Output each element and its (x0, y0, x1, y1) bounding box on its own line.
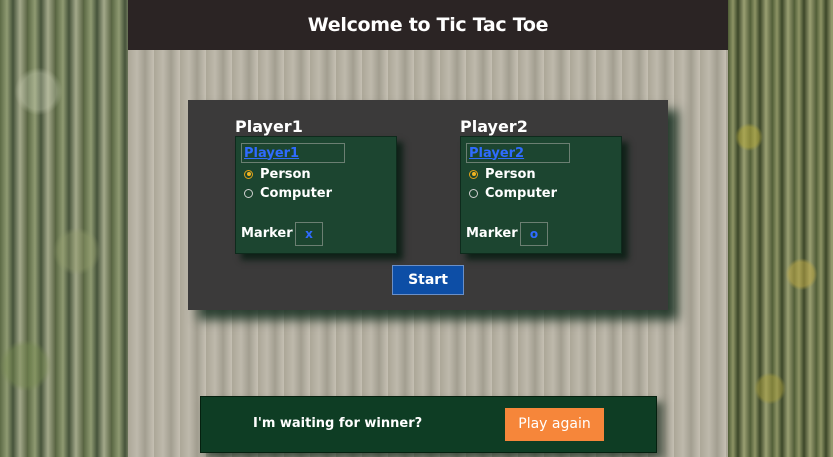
radio-selected-icon[interactable] (469, 169, 478, 179)
option-label: Computer (485, 185, 558, 201)
player1-marker-label: Marker (241, 226, 293, 241)
player2-marker-label: Marker (466, 226, 518, 241)
player2-heading: Player2 (460, 117, 528, 136)
status-message: I'm waiting for winner? (253, 416, 423, 431)
start-button[interactable]: Start (392, 265, 464, 295)
page-title: Welcome to Tic Tac Toe (307, 14, 549, 36)
player1-marker-input[interactable]: x (295, 222, 323, 246)
page-header: Welcome to Tic Tac Toe (128, 0, 728, 50)
game-status-bar: I'm waiting for winner? Play again (200, 396, 657, 453)
player2-option-computer[interactable]: Computer (469, 184, 557, 202)
player1-heading: Player1 (235, 117, 303, 136)
player2-option-person[interactable]: Person (469, 165, 536, 183)
player2-name-input[interactable] (466, 143, 570, 163)
player2-marker-input[interactable]: o (520, 222, 548, 246)
forest-background-left (0, 0, 128, 457)
radio-unselected-icon[interactable] (469, 188, 478, 198)
option-label: Computer (260, 185, 333, 201)
player1-option-person[interactable]: Person (244, 165, 311, 183)
radio-unselected-icon[interactable] (244, 188, 253, 198)
player1-name-input[interactable] (241, 143, 345, 163)
play-again-button[interactable]: Play again (505, 408, 604, 441)
option-label: Person (485, 166, 536, 182)
player1-option-computer[interactable]: Computer (244, 184, 332, 202)
forest-background-right (728, 0, 833, 457)
radio-selected-icon[interactable] (244, 169, 253, 179)
option-label: Person (260, 166, 311, 182)
player1-settings-box: Person Computer Marker x (235, 136, 397, 254)
player2-settings-box: Person Computer Marker o (460, 136, 622, 254)
